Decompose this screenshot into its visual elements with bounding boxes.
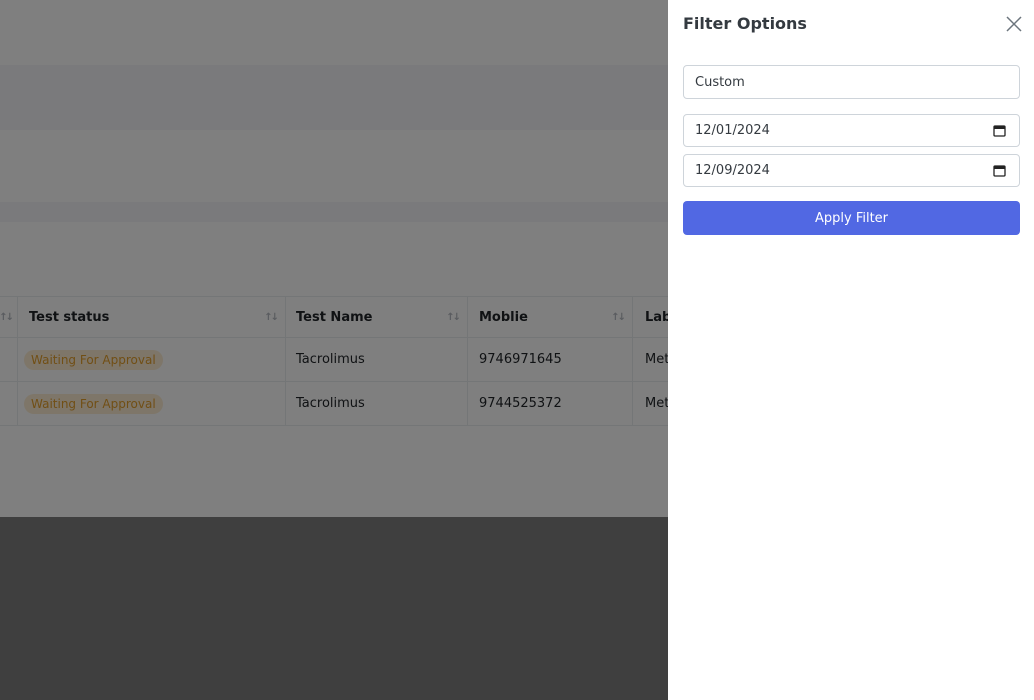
to-date-input[interactable]: 12/09/2024 bbox=[683, 154, 1020, 187]
date-range-select[interactable]: Custom bbox=[683, 65, 1020, 99]
date-range-select-value: Custom bbox=[695, 74, 745, 90]
apply-filter-button[interactable]: Apply Filter bbox=[683, 201, 1020, 235]
calendar-icon[interactable] bbox=[993, 124, 1006, 137]
from-date-value: 12/01/2024 bbox=[695, 123, 770, 138]
calendar-icon[interactable] bbox=[993, 164, 1006, 177]
panel-title: Filter Options bbox=[683, 14, 807, 33]
from-date-input[interactable]: 12/01/2024 bbox=[683, 114, 1020, 147]
to-date-value: 12/09/2024 bbox=[695, 163, 770, 178]
filter-panel: Filter Options Custom 12/01/2024 12/09/2… bbox=[668, 0, 1034, 700]
close-icon bbox=[1006, 16, 1022, 32]
close-button[interactable] bbox=[1004, 14, 1024, 34]
